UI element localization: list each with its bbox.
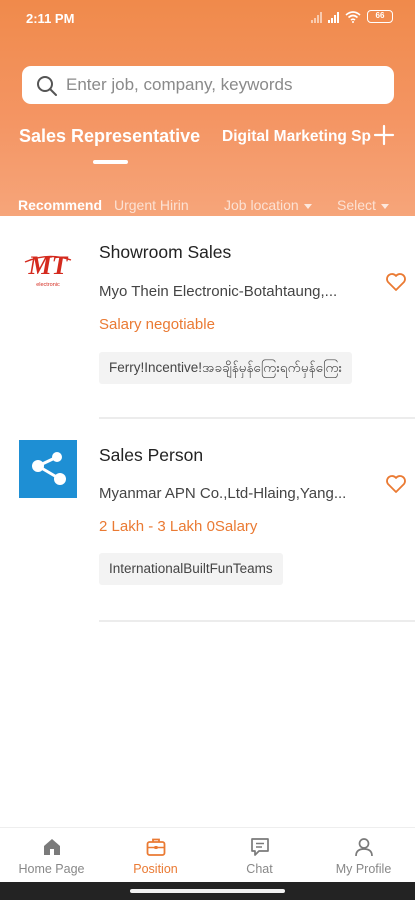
filter-job-location-label: Job location — [224, 197, 299, 213]
status-icons: 66 — [311, 10, 393, 23]
job-title[interactable]: Sales Person — [99, 445, 203, 466]
nav-my-profile[interactable]: My Profile — [312, 828, 415, 883]
signal-icon — [328, 11, 339, 23]
add-icon[interactable] — [373, 124, 395, 146]
job-card[interactable]: MT electronic Showroom Sales Myo Thein E… — [0, 216, 415, 419]
job-title[interactable]: Showroom Sales — [99, 242, 231, 263]
nav-label: Home Page — [18, 862, 85, 876]
home-icon — [43, 839, 60, 855]
bottom-nav: Home Page Position Chat My Profile — [0, 827, 415, 882]
header: 2:11 PM 66 Sales Representative Digital … — [0, 0, 415, 216]
chevron-down-icon — [380, 203, 389, 209]
signal-icon — [311, 11, 322, 23]
company-logo: MT electronic — [19, 240, 77, 298]
nav-label: My Profile — [335, 862, 392, 876]
tab-sales-representative[interactable]: Sales Representative — [19, 126, 200, 147]
tab-digital-marketing[interactable]: Digital Marketing Sp — [222, 126, 372, 146]
nav-label: Position — [133, 862, 178, 876]
heart-icon[interactable] — [385, 272, 407, 292]
nav-label: Chat — [246, 862, 273, 876]
company-name: Myanmar APN Co.,Ltd-Hlaing,Yang... — [99, 485, 347, 502]
svg-text:electronic: electronic — [36, 282, 60, 288]
search-icon — [37, 76, 57, 96]
nav-position[interactable]: Position — [104, 828, 207, 883]
person-icon — [354, 838, 373, 857]
nav-chat[interactable]: Chat — [208, 828, 311, 883]
home-indicator[interactable] — [130, 889, 285, 893]
battery-icon: 66 — [367, 10, 393, 23]
company-logo — [19, 440, 77, 498]
job-tags: InternationalBuiltFunTeams — [99, 553, 283, 585]
filter-bar: Recommend Urgent Hirin Job location Sele… — [0, 194, 415, 216]
salary-text: 2 Lakh - 3 Lakh 0Salary — [99, 518, 258, 535]
search-input[interactable] — [66, 66, 386, 104]
filter-select-label: Select — [337, 197, 376, 213]
divider — [99, 620, 415, 622]
filter-select[interactable]: Select — [337, 197, 389, 213]
chevron-down-icon — [303, 203, 312, 209]
svg-text:MT: MT — [28, 251, 69, 280]
job-card[interactable]: Sales Person Myanmar APN Co.,Ltd-Hlaing,… — [0, 419, 415, 622]
company-name: Myo Thein Electronic-Botahtaung,... — [99, 283, 338, 300]
job-tags: Ferry!Incentive!အခ​ချိန်မှန်​ကြေး​ရက်မှန… — [99, 352, 353, 384]
heart-icon[interactable] — [385, 474, 407, 494]
wifi-icon — [345, 10, 361, 23]
active-tab-indicator — [93, 160, 128, 164]
salary-text: Salary negotiable — [99, 316, 215, 333]
chat-icon — [250, 838, 269, 856]
status-bar: 2:11 PM 66 — [0, 0, 415, 36]
filter-urgent-hiring[interactable]: Urgent Hirin — [114, 197, 200, 213]
system-nav-bar — [0, 882, 415, 900]
nav-home-page[interactable]: Home Page — [0, 828, 103, 883]
filter-recommend[interactable]: Recommend — [18, 197, 102, 213]
filter-job-location[interactable]: Job location — [224, 197, 312, 213]
status-time: 2:11 PM — [26, 11, 75, 26]
briefcase-icon — [146, 838, 165, 856]
search-bar[interactable] — [22, 66, 394, 104]
